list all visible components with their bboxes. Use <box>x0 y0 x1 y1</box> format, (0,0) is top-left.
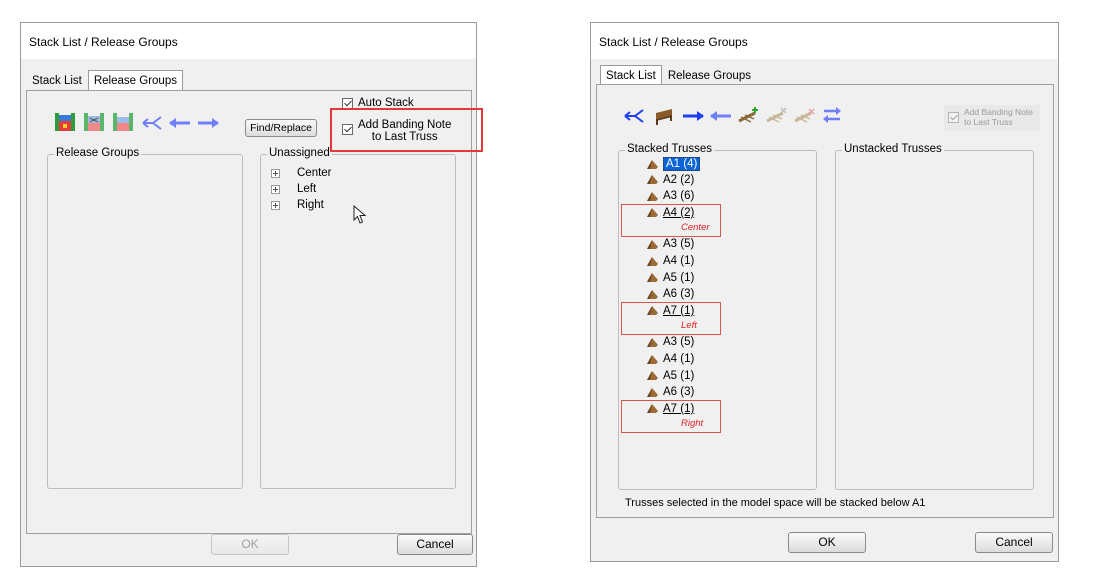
find-replace-button[interactable]: Find/Replace <box>245 119 317 137</box>
truss-stack-icon[interactable] <box>653 107 675 125</box>
stacked-truss-label: A6 (3) <box>663 288 695 301</box>
stacked-truss-label: A5 (1) <box>663 369 695 382</box>
truss-icon <box>647 337 658 347</box>
release-groups-label: Release Groups <box>54 147 142 159</box>
banding-note-highlight <box>330 108 483 152</box>
left-ok-button[interactable]: OK <box>211 534 289 555</box>
stacked-truss-item[interactable]: A5 (1) <box>646 272 694 284</box>
note-highlight-box <box>621 203 721 237</box>
note-highlight-box <box>621 301 721 335</box>
split-arrow-icon[interactable] <box>141 115 163 131</box>
stack-colored-3-icon[interactable] <box>112 111 134 133</box>
stack-colored-2-icon[interactable] <box>83 111 105 133</box>
banding-note-checkbox: Add Banding Note to Last Truss <box>944 105 1040 131</box>
swap-arrows-icon[interactable] <box>821 106 843 124</box>
banding-note-label: Add Banding Note to Last Truss <box>964 107 1033 127</box>
right-dialog-window: Stack List / Release Groups Stack List R… <box>590 22 1059 562</box>
expand-icon[interactable] <box>271 168 280 178</box>
unassigned-item-label: Left <box>297 183 317 195</box>
truss-icon <box>647 354 658 364</box>
add-truss-icon[interactable] <box>737 106 761 124</box>
tab-release-groups[interactable]: Release Groups <box>87 70 183 91</box>
mouse-cursor-icon <box>353 205 367 224</box>
left-dialog-titlebar: Stack List / Release Groups <box>21 23 476 59</box>
unstacked-trusses-box: Unstacked Trusses <box>835 143 1034 490</box>
stacked-truss-item[interactable]: A1 (4) <box>646 157 701 171</box>
tab-stack-list[interactable]: Stack List <box>600 65 662 86</box>
right-cancel-button[interactable]: Cancel <box>975 532 1053 553</box>
stacked-truss-item[interactable]: A6 (3) <box>646 386 694 398</box>
truss-icon <box>647 256 658 266</box>
note-highlight-box <box>621 399 721 433</box>
left-tab-strip: Stack List Release Groups <box>26 70 183 92</box>
stacked-truss-label: A6 (3) <box>663 386 695 399</box>
left-dialog-title: Stack List / Release Groups <box>29 35 178 49</box>
stack-colored-1-icon[interactable] <box>54 111 76 133</box>
unassigned-item-center[interactable]: Center <box>271 167 332 179</box>
truss-icon <box>647 371 658 381</box>
banding-note-check-icon <box>948 112 959 123</box>
unassigned-box: Unassigned Center Left Right <box>260 147 456 489</box>
stacked-truss-item[interactable]: A3 (5) <box>646 238 694 250</box>
unstacked-trusses-label: Unstacked Trusses <box>842 143 944 155</box>
banding-note-line1: Add Banding Note <box>964 107 1033 117</box>
stacked-truss-item[interactable]: A3 (6) <box>646 190 694 202</box>
right-ok-button[interactable]: OK <box>788 532 866 553</box>
status-text: Trusses selected in the model space will… <box>625 497 926 509</box>
banding-note-line2: to Last Truss <box>964 117 1013 127</box>
stacked-truss-item[interactable]: A2 (2) <box>646 174 694 186</box>
unassigned-item-label: Right <box>297 199 324 211</box>
truss-icon <box>647 239 658 249</box>
arrow-right-icon[interactable] <box>196 117 220 129</box>
truss-icon <box>647 191 658 201</box>
unassigned-label: Unassigned <box>267 147 332 159</box>
remove-truss-icon <box>766 107 787 123</box>
stacked-truss-label: A3 (6) <box>663 190 695 203</box>
stacked-truss-item[interactable]: A4 (1) <box>646 255 694 267</box>
left-tab-panel: Find/Replace Auto Stack Add Banding Note… <box>26 90 472 534</box>
left-cancel-button[interactable]: Cancel <box>397 534 473 555</box>
arrow-left-icon[interactable] <box>168 117 192 129</box>
right-dialog-titlebar: Stack List / Release Groups <box>591 23 1058 59</box>
unassigned-item-right[interactable]: Right <box>271 199 324 211</box>
right-tab-panel: Add Banding Note to Last Truss Stacked T… <box>596 84 1054 518</box>
stacked-truss-label: A3 (5) <box>663 238 695 251</box>
unassigned-item-label: Center <box>297 167 332 179</box>
stacked-truss-item[interactable]: A6 (3) <box>646 288 694 300</box>
stacked-truss-label: A3 (5) <box>663 336 695 349</box>
stacked-list: A1 (4) A2 (2) A3 (6) A4 (2) Center A3 (5) A4 (… <box>618 150 817 490</box>
stacked-truss-label: A2 (2) <box>663 173 695 186</box>
delete-truss-icon <box>794 108 815 123</box>
truss-icon <box>647 175 658 185</box>
split-arrow-icon[interactable] <box>623 108 645 124</box>
stacked-truss-item[interactable]: A3 (5) <box>646 336 694 348</box>
right-dialog-title: Stack List / Release Groups <box>599 35 748 49</box>
unassigned-item-left[interactable]: Left <box>271 183 316 195</box>
left-dialog-window: Stack List / Release Groups Stack List R… <box>20 22 477 567</box>
truss-icon <box>647 273 658 283</box>
stacked-truss-label: A4 (1) <box>663 353 695 365</box>
stacked-truss-label: A5 (1) <box>663 271 695 284</box>
truss-icon <box>647 289 658 299</box>
stacked-truss-label: A4 (1) <box>663 255 695 267</box>
arrow-left-icon[interactable] <box>709 110 733 122</box>
expand-icon[interactable] <box>271 200 280 210</box>
arrow-right-icon[interactable] <box>681 110 705 122</box>
tab-stack-list[interactable]: Stack List <box>26 70 88 92</box>
stacked-truss-label: A1 (4) <box>663 157 701 171</box>
expand-icon[interactable] <box>271 184 280 194</box>
stacked-truss-item[interactable]: A5 (1) <box>646 370 694 382</box>
stacked-truss-item[interactable]: A4 (1) <box>646 353 694 365</box>
truss-icon <box>647 159 658 169</box>
truss-icon <box>647 387 658 397</box>
release-groups-box: Release Groups <box>47 147 243 489</box>
